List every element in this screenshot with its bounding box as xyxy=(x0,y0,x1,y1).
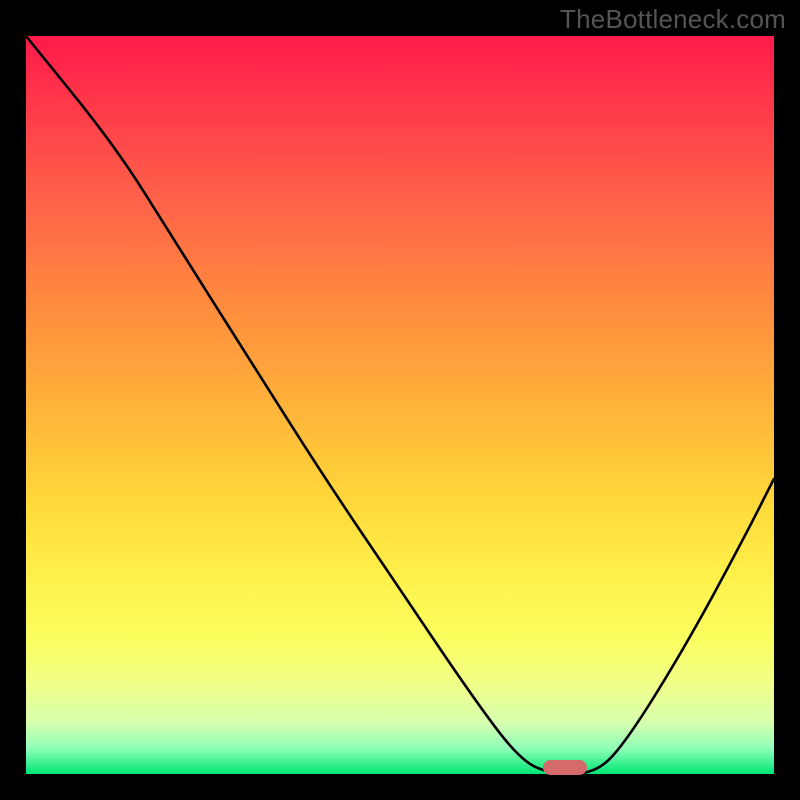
optimal-marker xyxy=(543,760,587,775)
bottleneck-curve xyxy=(26,36,774,774)
watermark-text: TheBottleneck.com xyxy=(560,4,786,35)
plot-area xyxy=(26,36,774,774)
chart-frame: TheBottleneck.com xyxy=(0,0,800,800)
